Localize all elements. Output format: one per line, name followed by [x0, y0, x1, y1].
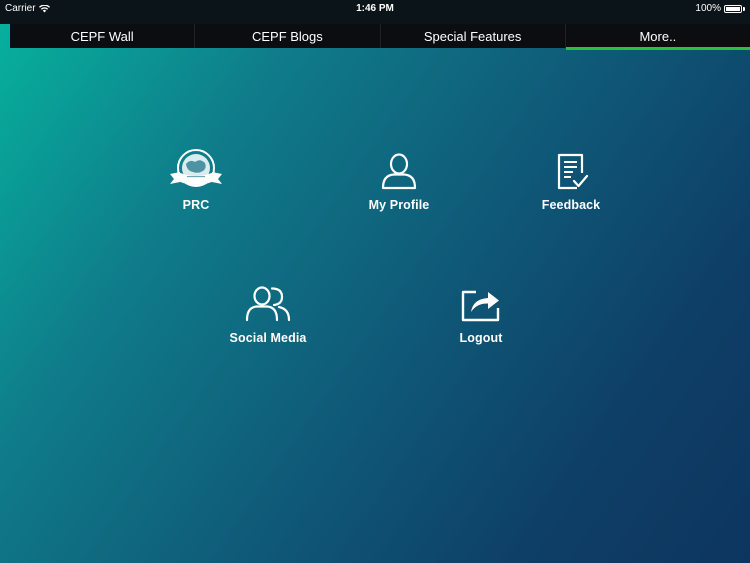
menu-item-label: Social Media — [229, 331, 307, 345]
checklist-icon — [541, 148, 601, 194]
menu-item-logout[interactable]: Logout — [421, 281, 541, 345]
menu-item-label: My Profile — [368, 198, 430, 212]
menu-item-prc[interactable]: PRC — [136, 148, 256, 212]
menu-item-label: Logout — [459, 331, 503, 345]
menu-item-my-profile[interactable]: My Profile — [339, 148, 459, 212]
tab-label: More.. — [639, 28, 677, 44]
users-icon — [238, 281, 298, 327]
tab-bar: CEPF Wall CEPF Blogs Special Features Mo… — [0, 17, 750, 50]
battery-percent: 100% — [695, 3, 721, 14]
tab-label: CEPF Wall — [70, 28, 134, 44]
tab-special-features[interactable]: Special Features — [380, 24, 566, 48]
clock: 1:46 PM — [356, 3, 394, 14]
share-out-icon — [451, 281, 511, 327]
menu-item-social-media[interactable]: Social Media — [208, 281, 328, 345]
prc-logo-icon — [166, 148, 226, 194]
tab-label: CEPF Blogs — [251, 28, 323, 44]
tab-more[interactable]: More.. — [565, 24, 750, 50]
battery-indicator: 100% — [695, 3, 745, 14]
menu-item-label: Feedback — [541, 198, 601, 212]
menu-item-feedback[interactable]: Feedback — [511, 148, 631, 212]
battery-icon — [724, 4, 742, 13]
user-icon — [369, 148, 429, 194]
tab-cepf-blogs[interactable]: CEPF Blogs — [195, 24, 381, 48]
tab-cepf-wall[interactable]: CEPF Wall — [10, 24, 196, 48]
tab-label: Special Features — [423, 28, 522, 44]
menu-item-label: PRC — [182, 198, 210, 212]
status-bar: Carrier 1:46 PM 100% — [0, 0, 750, 17]
